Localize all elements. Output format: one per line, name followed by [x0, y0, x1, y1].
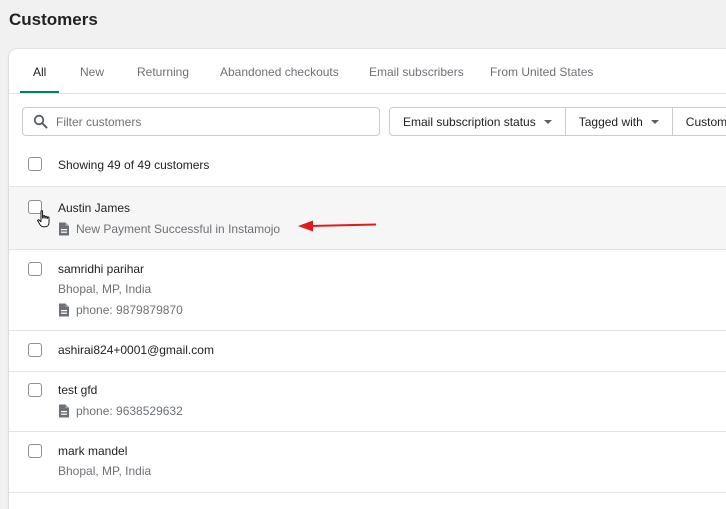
note-icon	[59, 404, 69, 418]
results-count: Showing 49 of 49 customers	[58, 158, 210, 172]
search-input[interactable]	[56, 112, 356, 131]
customer-location: Bhopal, MP, India	[58, 464, 152, 478]
tab-email-subscribers[interactable]: Email subscribers	[369, 49, 464, 93]
tab-new[interactable]: New	[80, 49, 104, 93]
filter-email-subscription-status[interactable]: Email subscription status	[390, 108, 566, 135]
customer-note: New Payment Successful in Instamojo	[58, 222, 280, 236]
row-checkbox[interactable]	[28, 444, 42, 458]
tab-returning[interactable]: Returning	[137, 49, 189, 93]
note-text: phone: 9638529632	[76, 404, 183, 418]
filter-label: Custome	[685, 114, 726, 129]
hand-cursor-icon	[37, 210, 50, 228]
customer-name[interactable]: Austin James	[58, 201, 130, 215]
note-icon	[59, 303, 69, 317]
customer-row[interactable]: test gfd phone: 9638529632	[9, 372, 726, 432]
customer-name[interactable]: ashirai824+0001@gmail.com	[58, 343, 214, 357]
select-all-checkbox[interactable]	[28, 157, 42, 171]
row-checkbox[interactable]	[28, 343, 42, 357]
customer-row[interactable]: ashirai824+0001@gmail.com	[9, 331, 726, 372]
row-checkbox[interactable]	[28, 262, 42, 276]
tab-all[interactable]: All	[19, 49, 61, 93]
filter-button-group: Email subscription status Tagged with Cu…	[389, 107, 726, 136]
annotation-arrow-icon	[298, 220, 377, 232]
search-field[interactable]	[22, 107, 380, 136]
chevron-down-icon	[650, 119, 659, 124]
filter-label: Email subscription status	[403, 114, 536, 129]
customer-name[interactable]: test gfd	[58, 383, 97, 397]
filter-label: Tagged with	[578, 114, 643, 129]
customer-location: Bhopal, MP, India	[58, 282, 152, 296]
customer-name[interactable]: samridhi parihar	[58, 262, 144, 276]
row-checkbox[interactable]	[28, 383, 42, 397]
search-icon	[33, 114, 48, 129]
tab-bar: All New Returning Abandoned checkouts Em…	[9, 49, 726, 94]
customer-row[interactable]: samridhi parihar Bhopal, MP, India phone…	[9, 250, 726, 331]
note-icon	[59, 222, 69, 236]
tab-from-united-states[interactable]: From United States	[490, 49, 593, 93]
customer-row[interactable]: mark mandel Bhopal, MP, India	[9, 432, 726, 493]
note-text: New Payment Successful in Instamojo	[76, 222, 281, 236]
filter-customer[interactable]: Custome	[673, 108, 726, 135]
page-title: Customers	[9, 10, 98, 29]
chevron-down-icon	[543, 119, 552, 124]
filter-tagged-with[interactable]: Tagged with	[566, 108, 673, 135]
customer-note: phone: 9879879870	[58, 303, 183, 317]
note-text: phone: 9879879870	[76, 303, 183, 317]
customers-card: All New Returning Abandoned checkouts Em…	[9, 49, 726, 509]
customer-note: phone: 9638529632	[58, 404, 183, 418]
tab-abandoned-checkouts[interactable]: Abandoned checkouts	[220, 49, 339, 93]
customer-name[interactable]: mark mandel	[58, 444, 127, 458]
